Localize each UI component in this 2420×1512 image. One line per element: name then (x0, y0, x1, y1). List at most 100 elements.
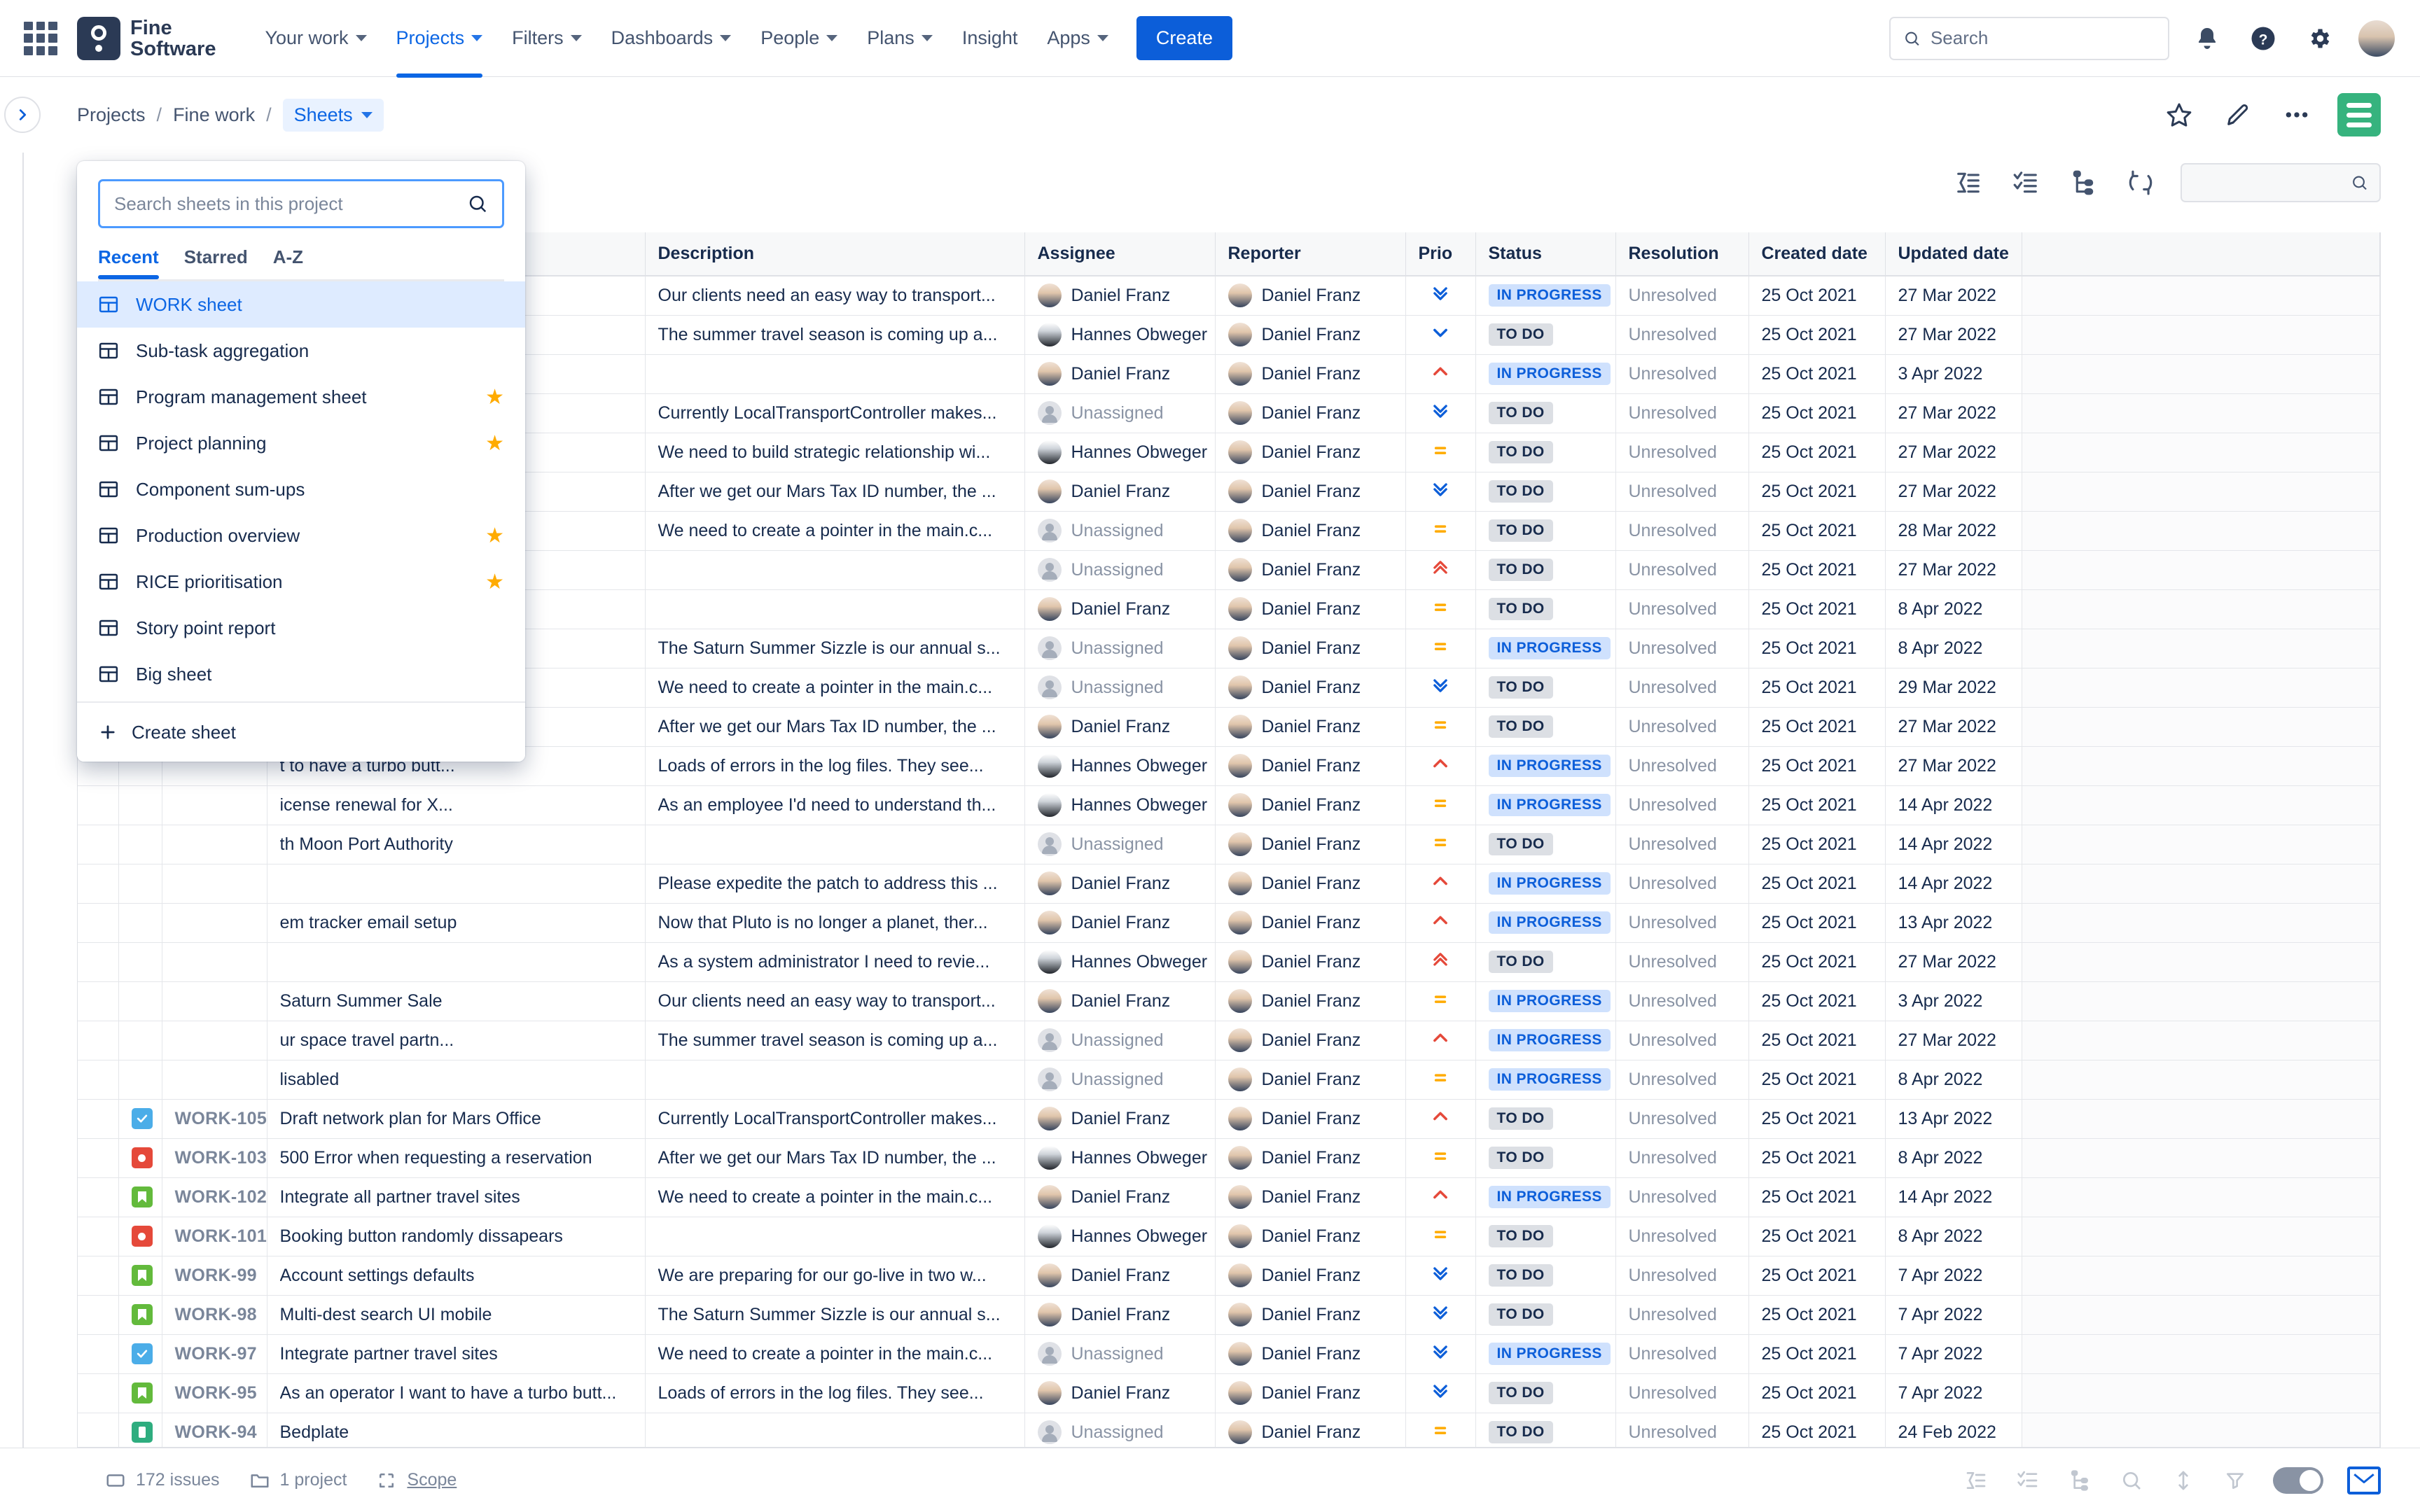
row-summary[interactable]: ur space travel partn... (267, 1021, 646, 1060)
row-key[interactable]: WORK-95 (162, 1373, 267, 1413)
row-updated[interactable]: 27 Mar 2022 (1885, 707, 2022, 747)
table-row[interactable]: WORK-99 Account settings defaults We are p… (78, 1256, 2380, 1296)
status-badge[interactable]: IN PROGRESS (1488, 755, 1611, 777)
row-priority[interactable] (1405, 1021, 1476, 1060)
row-created[interactable]: 25 Oct 2021 (1748, 550, 1886, 590)
row-created[interactable]: 25 Oct 2021 (1748, 903, 1886, 943)
panel-search-box[interactable] (98, 179, 504, 228)
row-summary[interactable]: Account settings defaults (267, 1256, 646, 1296)
row-summary[interactable]: icense renewal for X... (267, 785, 646, 825)
row-status[interactable]: TO DO (1475, 1138, 1616, 1178)
row-created[interactable]: 25 Oct 2021 (1748, 315, 1886, 355)
table-row[interactable]: WORK-98 Multi-dest search UI mobile The Sa… (78, 1295, 2380, 1335)
nav-dashboards[interactable]: Dashboards (599, 18, 744, 59)
brand-logo[interactable]: Fine Software (77, 16, 216, 60)
row-created[interactable]: 25 Oct 2021 (1748, 668, 1886, 708)
nav-apps[interactable]: Apps (1034, 18, 1121, 59)
sheet-panel-search-input[interactable] (114, 192, 459, 215)
row-select-checkbox[interactable] (78, 1217, 119, 1256)
star-icon[interactable]: ★ (485, 431, 504, 456)
row-select-checkbox[interactable] (78, 1334, 119, 1374)
row-type[interactable] (118, 1373, 162, 1413)
table-row[interactable]: WORK-105 Draft network plan for Mars Offi… (78, 1099, 2380, 1139)
row-updated[interactable]: 3 Apr 2022 (1885, 981, 2022, 1021)
row-resolution[interactable]: Unresolved (1615, 1138, 1749, 1178)
row-status[interactable]: TO DO (1475, 825, 1616, 864)
sheet-list-item[interactable]: RICE prioritisation ★ (77, 559, 525, 605)
row-reporter[interactable]: Daniel Franz (1215, 746, 1406, 786)
row-created[interactable]: 25 Oct 2021 (1748, 354, 1886, 394)
row-assignee[interactable]: Unassigned (1024, 1413, 1216, 1447)
row-updated[interactable]: 28 Mar 2022 (1885, 511, 2022, 551)
row-updated[interactable]: 24 Feb 2022 (1885, 1413, 2022, 1447)
row-assignee[interactable]: Daniel Franz (1024, 1295, 1216, 1335)
row-summary[interactable] (267, 864, 646, 904)
status-badge[interactable]: IN PROGRESS (1488, 1029, 1611, 1051)
row-updated[interactable]: 27 Mar 2022 (1885, 746, 2022, 786)
sheet-app-icon[interactable] (2337, 93, 2381, 136)
checklist-icon[interactable] (2014, 1466, 2042, 1494)
row-status[interactable]: TO DO (1475, 511, 1616, 551)
row-reporter[interactable]: Daniel Franz (1215, 942, 1406, 982)
row-type[interactable] (118, 1295, 162, 1335)
row-created[interactable]: 25 Oct 2021 (1748, 1177, 1886, 1217)
nav-plans[interactable]: Plans (854, 18, 945, 59)
row-status[interactable]: IN PROGRESS (1475, 903, 1616, 943)
row-resolution[interactable]: Unresolved (1615, 825, 1749, 864)
row-summary[interactable]: th Moon Port Authority (267, 825, 646, 864)
row-description[interactable] (645, 1060, 1025, 1100)
row-updated[interactable]: 7 Apr 2022 (1885, 1334, 2022, 1374)
row-description[interactable]: Please expedite the patch to address thi… (645, 864, 1025, 904)
row-resolution[interactable]: Unresolved (1615, 746, 1749, 786)
row-select-checkbox[interactable] (78, 1295, 119, 1335)
status-badge[interactable]: TO DO (1488, 1264, 1553, 1287)
row-description[interactable]: After we get our Mars Tax ID number, the… (645, 472, 1025, 512)
row-reporter[interactable]: Daniel Franz (1215, 550, 1406, 590)
global-search[interactable] (1889, 16, 2169, 60)
row-description[interactable] (645, 354, 1025, 394)
status-badge[interactable]: IN PROGRESS (1488, 284, 1611, 307)
row-reporter[interactable]: Daniel Franz (1215, 864, 1406, 904)
row-created[interactable]: 25 Oct 2021 (1748, 1217, 1886, 1256)
row-assignee[interactable]: Daniel Franz (1024, 903, 1216, 943)
row-status[interactable]: TO DO (1475, 1295, 1616, 1335)
row-updated[interactable]: 27 Mar 2022 (1885, 276, 2022, 316)
row-status[interactable]: TO DO (1475, 589, 1616, 629)
row-reporter[interactable]: Daniel Franz (1215, 1060, 1406, 1100)
row-key[interactable]: WORK-101 (162, 1217, 267, 1256)
status-badge[interactable]: TO DO (1488, 323, 1553, 346)
row-updated[interactable]: 7 Apr 2022 (1885, 1373, 2022, 1413)
row-key[interactable] (162, 942, 267, 982)
row-priority[interactable] (1405, 629, 1476, 668)
row-reporter[interactable]: Daniel Franz (1215, 472, 1406, 512)
row-created[interactable]: 25 Oct 2021 (1748, 589, 1886, 629)
row-priority[interactable] (1405, 785, 1476, 825)
row-type[interactable] (118, 942, 162, 982)
row-status[interactable]: TO DO (1475, 393, 1616, 433)
sheet-list-item[interactable]: Big sheet (77, 651, 525, 697)
row-reporter[interactable]: Daniel Franz (1215, 433, 1406, 472)
row-reporter[interactable]: Daniel Franz (1215, 393, 1406, 433)
col-assignee[interactable]: Assignee (1024, 232, 1216, 276)
row-summary[interactable] (267, 942, 646, 982)
row-created[interactable]: 25 Oct 2021 (1748, 629, 1886, 668)
hierarchy-icon[interactable] (2066, 165, 2101, 200)
col-status[interactable]: Status (1475, 232, 1616, 276)
row-created[interactable]: 25 Oct 2021 (1748, 1295, 1886, 1335)
row-resolution[interactable]: Unresolved (1615, 1295, 1749, 1335)
row-status[interactable]: TO DO (1475, 315, 1616, 355)
breadcrumb-projects[interactable]: Projects (77, 104, 146, 126)
edit-pencil-icon[interactable] (2220, 97, 2256, 133)
row-select-checkbox[interactable] (78, 903, 119, 943)
row-resolution[interactable]: Unresolved (1615, 1099, 1749, 1139)
status-badge[interactable]: TO DO (1488, 559, 1553, 581)
row-priority[interactable] (1405, 707, 1476, 747)
row-created[interactable]: 25 Oct 2021 (1748, 1256, 1886, 1296)
row-priority[interactable] (1405, 1138, 1476, 1178)
row-summary[interactable]: Saturn Summer Sale (267, 981, 646, 1021)
row-description[interactable]: As an employee I'd need to understand th… (645, 785, 1025, 825)
row-summary[interactable]: Integrate partner travel sites (267, 1334, 646, 1374)
nav-people[interactable]: People (748, 18, 850, 59)
sheet-list-item[interactable]: Program management sheet ★ (77, 374, 525, 420)
row-status[interactable]: IN PROGRESS (1475, 981, 1616, 1021)
